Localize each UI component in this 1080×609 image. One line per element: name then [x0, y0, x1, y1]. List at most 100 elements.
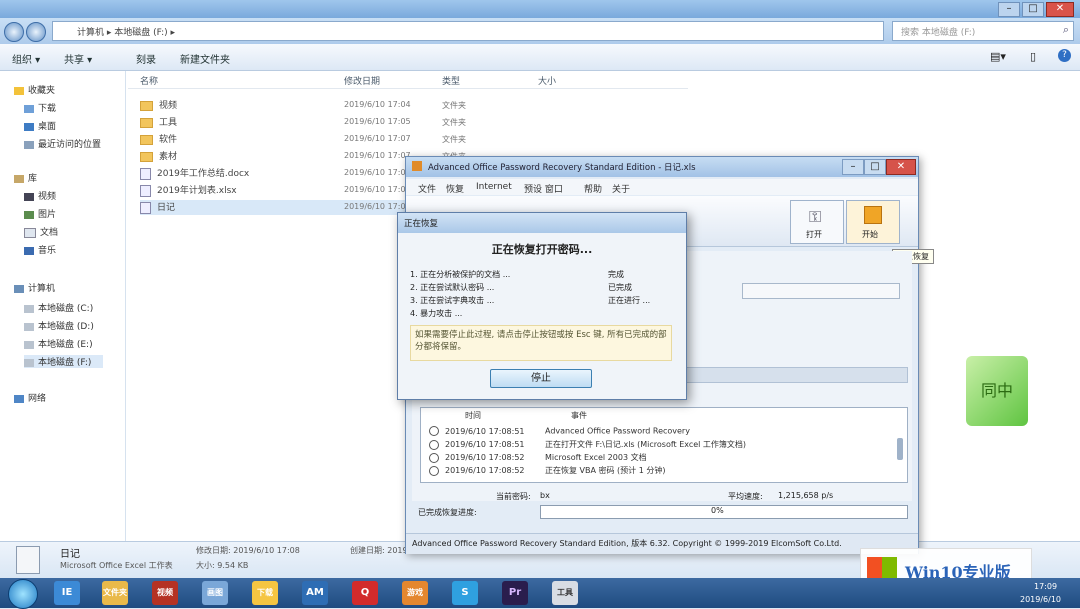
maximize-button[interactable]: □	[1022, 2, 1044, 17]
nav-item-documents[interactable]: 文档	[24, 225, 58, 238]
minimize-button[interactable]: –	[998, 2, 1020, 17]
aopr-statusbar: Advanced Office Password Recovery Standa…	[406, 533, 918, 554]
log-row: 2019/6/10 17:08:52 Microsoft Excel 2003 文…	[429, 452, 899, 463]
column-name[interactable]: 名称	[140, 74, 158, 87]
progress-percent: 0%	[711, 506, 724, 515]
nav-item-drive-e[interactable]: 本地磁盘 (E:)	[24, 337, 93, 350]
aopr-minimize-button[interactable]: –	[842, 159, 864, 175]
folder-icon	[140, 100, 153, 111]
event-log[interactable]: 时间 事件 2019/6/10 17:08:51 Advanced Office …	[420, 407, 908, 483]
taskbar-paint[interactable]: 画图	[202, 581, 228, 605]
nav-libraries-header[interactable]: 库	[14, 171, 37, 184]
recent-places-icon	[24, 140, 34, 149]
preview-pane-icon[interactable]: ▯	[1030, 50, 1036, 63]
excel-document-icon	[140, 184, 151, 197]
column-headers: 名称 修改日期 类型 大小	[128, 72, 688, 89]
taskbar-am[interactable]: AM	[302, 581, 328, 605]
taskbar-game[interactable]: 游戏	[402, 581, 428, 605]
menu-recovery[interactable]: 恢复	[446, 182, 464, 195]
speed-value: 1,215,658 p/s	[778, 491, 834, 500]
open-icon: ⚿	[809, 207, 822, 226]
music-library-icon	[24, 246, 34, 255]
nav-item-drive-d[interactable]: 本地磁盘 (D:)	[24, 319, 94, 332]
organize-button[interactable]: 组织 ▾	[12, 51, 40, 66]
nav-item-drive-f[interactable]: 本地磁盘 (F:)	[24, 355, 104, 368]
info-icon	[429, 465, 439, 476]
nav-item-downloads[interactable]: 下载	[24, 101, 56, 114]
aopr-maximize-button[interactable]: □	[864, 159, 886, 175]
drive-icon	[24, 340, 34, 349]
nav-network-header[interactable]: 网络	[14, 391, 46, 404]
column-type[interactable]: 类型	[442, 74, 460, 87]
folder-icon	[140, 117, 153, 128]
log-row: 2019/6/10 17:08:52 正在恢复 VBA 密码 (预计 1 分钟)	[429, 465, 899, 476]
start-recovery-icon	[864, 206, 882, 224]
nav-item-pictures[interactable]: 图片	[24, 207, 56, 220]
new-folder-button[interactable]: 新建文件夹	[180, 51, 230, 66]
taskbar-ie[interactable]: IE	[54, 581, 80, 605]
nav-item-videos[interactable]: 视频	[24, 189, 56, 202]
taskbar-tool[interactable]: 工具	[552, 581, 578, 605]
forward-button[interactable]	[26, 22, 46, 42]
progress-bar: 0%	[540, 505, 908, 519]
file-date: 2019/6/10 17:04	[344, 100, 411, 109]
taskbar-video[interactable]: 视频	[152, 581, 178, 605]
column-date[interactable]: 修改日期	[344, 74, 380, 87]
view-options-icon[interactable]: ▤▾	[990, 50, 1006, 63]
library-icon	[14, 174, 24, 183]
menu-about[interactable]: 关于	[612, 182, 630, 195]
nav-item-music[interactable]: 音乐	[24, 243, 56, 256]
file-date: 2019/6/10 17:08	[344, 202, 411, 211]
burn-button[interactable]: 刻录	[136, 51, 156, 66]
nav-item-drive-c[interactable]: 本地磁盘 (C:)	[24, 301, 93, 314]
taskbar-premiere[interactable]: Pr	[502, 581, 528, 605]
search-input[interactable]: 搜索 本地磁盘 (F:) ⌕	[892, 21, 1074, 41]
dialog-step: 2. 正在尝试默认密码 ...	[410, 283, 495, 292]
menu-internet[interactable]: Internet	[476, 182, 512, 192]
details-filetype: Microsoft Office Excel 工作表	[60, 561, 173, 570]
taskbar-download[interactable]: 下载	[252, 581, 278, 605]
file-date: 2019/6/10 17:07	[344, 151, 411, 160]
menu-help[interactable]: 帮助	[584, 182, 602, 195]
current-password-value: bx	[540, 491, 550, 500]
aopr-close-button[interactable]: ✕	[886, 159, 916, 175]
start-button[interactable]	[8, 579, 38, 609]
menu-presets[interactable]: 预设 窗口	[524, 182, 563, 195]
start-button[interactable]: 开始	[846, 200, 900, 244]
taskbar-q[interactable]: Q	[352, 581, 378, 605]
log-scrollbar[interactable]	[897, 438, 903, 460]
aopr-menubar: 文件 恢复 Internet 预设 窗口 帮助 关于	[406, 179, 918, 195]
nav-item-desktop[interactable]: 桌面	[24, 119, 56, 132]
menu-file[interactable]: 文件	[418, 182, 436, 195]
file-date: 2019/6/10 17:02	[344, 168, 411, 177]
stop-button[interactable]: 停止	[490, 369, 592, 388]
drive-icon	[24, 358, 34, 367]
info-icon	[429, 426, 439, 436]
open-button[interactable]: ⚿ 打开	[790, 200, 844, 244]
info-icon	[429, 452, 439, 463]
taskbar-s[interactable]: S	[452, 581, 478, 605]
taskbar-explorer[interactable]: 文件夹	[102, 581, 128, 605]
search-icon: ⌕	[1062, 23, 1069, 36]
navigation-pane: 收藏夹 下载 桌面 最近访问的位置 库 视频 图片 文档 音乐 计算机 本地磁盘…	[0, 71, 126, 541]
info-icon	[429, 439, 439, 450]
column-size[interactable]: 大小	[538, 74, 556, 87]
details-file-icon	[16, 546, 40, 574]
aopr-title: Advanced Office Password Recovery Standa…	[428, 163, 696, 173]
picture-library-icon	[24, 210, 34, 219]
dialog-step: 1. 正在分析被保护的文档 ...	[410, 270, 511, 279]
help-icon[interactable]: ?	[1058, 49, 1071, 62]
nav-favorites-header[interactable]: 收藏夹	[14, 83, 55, 96]
nav-computer-header[interactable]: 计算机	[14, 281, 55, 294]
back-button[interactable]	[4, 22, 24, 42]
nav-item-recent[interactable]: 最近访问的位置	[24, 137, 101, 150]
close-button[interactable]: ✕	[1046, 2, 1074, 17]
share-button[interactable]: 共享 ▾	[64, 51, 92, 66]
clock-date[interactable]: 2019/6/10	[1020, 595, 1061, 604]
clock-time[interactable]: 17:09	[1034, 582, 1057, 591]
password-field[interactable]	[742, 283, 900, 299]
address-bar[interactable]: 计算机 ▸ 本地磁盘 (F:) ▸	[52, 21, 884, 41]
drive-icon	[24, 304, 34, 313]
floating-assistant-badge[interactable]: 同中	[966, 356, 1028, 426]
drive-icon	[24, 322, 34, 331]
